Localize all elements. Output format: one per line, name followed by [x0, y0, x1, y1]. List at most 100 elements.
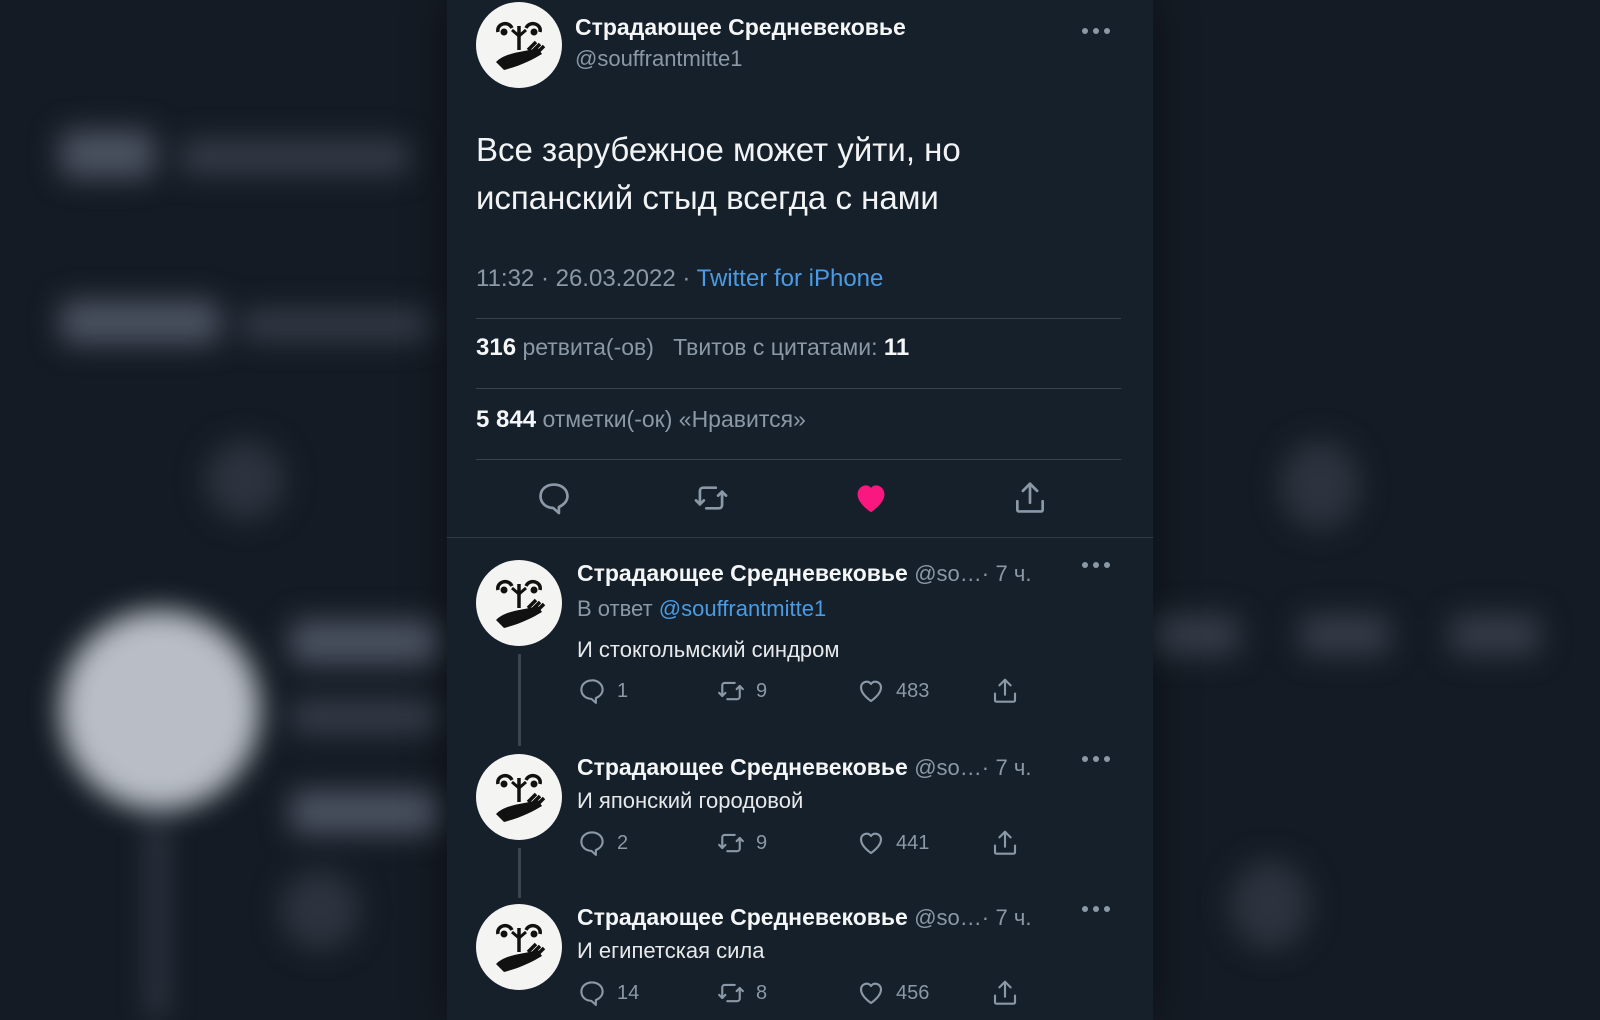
reply-icon — [580, 981, 604, 1006]
retweet-count: 9 — [756, 831, 768, 854]
reply-text: И египетская сила — [577, 938, 765, 963]
like-icon-active[interactable] — [852, 479, 890, 517]
share-action[interactable] — [990, 978, 1020, 1008]
blurred-shape — [1280, 440, 1360, 530]
retweet-icon[interactable] — [692, 479, 730, 517]
retweet-icon — [718, 681, 744, 701]
reply-count: 2 — [617, 831, 629, 854]
reply-count: 14 — [617, 981, 640, 1004]
share-icon — [993, 678, 1017, 703]
reply-action[interactable]: 1 — [577, 676, 628, 706]
reply-tweet[interactable]: Страдающее Средневековье @so…· 7 ч. В от… — [447, 560, 1153, 710]
retweets-count[interactable]: 316 — [476, 334, 516, 361]
share-action[interactable] — [990, 676, 1020, 706]
reply-header: Страдающее Средневековье @so…· 7 ч. — [577, 560, 1031, 587]
reply-author-name[interactable]: Страдающее Средневековье — [577, 904, 908, 930]
divider — [476, 459, 1121, 460]
like-action[interactable]: 441 — [856, 828, 929, 858]
reply-avatar[interactable] — [476, 754, 562, 840]
author-name[interactable]: Страдающее Средневековье — [575, 14, 906, 41]
more-dots-icon[interactable] — [1081, 904, 1111, 914]
reply-action[interactable]: 2 — [577, 828, 628, 858]
share-icon — [993, 980, 1017, 1005]
blurred-shape — [60, 130, 155, 178]
blurred-shape — [150, 820, 164, 1020]
reply-icon — [580, 679, 604, 704]
avatar-image — [496, 923, 546, 972]
separator-dot: · — [981, 561, 990, 586]
blurred-shape — [240, 310, 430, 340]
reply-tweet[interactable]: Страдающее Средневековье @so…· 7 ч. И яп… — [447, 754, 1153, 864]
like-action[interactable]: 456 — [856, 978, 929, 1008]
blurred-shape — [280, 870, 360, 950]
retweet-action[interactable]: 8 — [716, 978, 767, 1008]
blurred-shape — [1230, 860, 1310, 950]
likes-label[interactable]: отметки(-ок) «Нравится» — [542, 406, 805, 432]
tweet-text: Все зарубежное может уйти, но испанский … — [476, 131, 961, 216]
divider — [476, 388, 1121, 389]
blurred-shape — [290, 790, 440, 834]
blurred-shape — [290, 620, 440, 664]
tweet-source-link[interactable]: Twitter for iPhone — [697, 265, 884, 292]
reply-avatar[interactable] — [476, 560, 562, 646]
retweet-icon — [718, 833, 744, 853]
reply-to-handle[interactable]: @souffrantmitte1 — [659, 596, 826, 621]
author-handle[interactable]: @souffrantmitte1 — [575, 46, 742, 72]
more-dots-icon[interactable] — [1081, 560, 1111, 570]
quotes-count[interactable]: 11 — [884, 334, 909, 361]
reply-tweet[interactable]: Страдающее Средневековье @so…· 7 ч. И ег… — [447, 904, 1153, 1020]
blurred-shape — [290, 700, 440, 734]
reply-time[interactable]: 7 ч. — [996, 561, 1032, 586]
divider — [447, 537, 1153, 538]
tweet-timestamp[interactable]: 11:32 · 26.03.2022 · — [476, 265, 697, 292]
retweets-label[interactable]: ретвита(-ов) — [522, 334, 653, 360]
reply-author-handle[interactable]: @so… — [914, 755, 982, 780]
share-icon — [993, 830, 1017, 855]
heart-icon — [859, 982, 883, 1005]
blurred-shape — [205, 440, 285, 520]
blurred-shape — [1150, 615, 1240, 655]
reply-to-label: В ответ — [577, 596, 653, 621]
reply-action[interactable]: 14 — [577, 978, 639, 1008]
retweet-icon — [718, 983, 744, 1003]
reply-icon[interactable] — [535, 479, 573, 517]
more-dots-icon[interactable] — [1081, 26, 1111, 36]
heart-icon — [859, 832, 883, 855]
separator-dot: · — [981, 905, 990, 930]
retweet-action[interactable]: 9 — [716, 828, 767, 858]
share-icon[interactable] — [1011, 479, 1049, 517]
reply-avatar[interactable] — [476, 904, 562, 990]
reply-author-handle[interactable]: @so… — [914, 561, 982, 586]
quotes-label[interactable]: Твитов с цитатами: — [673, 334, 877, 360]
blurred-shape — [1300, 615, 1390, 655]
avatar-image — [496, 21, 546, 70]
retweet-stats: 316 ретвита(-ов) Твитов с цитатами: 11 — [476, 334, 909, 362]
reply-author-name[interactable]: Страдающее Средневековье — [577, 754, 908, 780]
share-action[interactable] — [990, 828, 1020, 858]
more-dots-icon[interactable] — [1081, 754, 1111, 764]
like-action[interactable]: 483 — [856, 676, 929, 706]
blurred-shape — [60, 300, 220, 344]
reply-author-handle[interactable]: @so… — [914, 905, 982, 930]
avatar-image — [496, 773, 546, 822]
reply-text: И стокгольмский синдром — [577, 637, 840, 662]
reply-text: И японский городовой — [577, 788, 804, 813]
separator-dot: · — [981, 755, 990, 780]
reply-header: Страдающее Средневековье @so…· 7 ч. — [577, 904, 1031, 931]
blurred-avatar — [60, 610, 260, 810]
likes-count[interactable]: 5 844 — [476, 406, 536, 433]
like-count: 483 — [896, 679, 930, 702]
retweet-action[interactable]: 9 — [716, 676, 767, 706]
divider — [476, 318, 1121, 319]
reply-icon — [580, 831, 604, 856]
tweet-card: Страдающее Средневековье @souffrantmitte… — [447, 0, 1153, 1020]
likes-stats: 5 844 отметки(-ок) «Нравится» — [476, 406, 806, 434]
reply-time[interactable]: 7 ч. — [996, 755, 1032, 780]
reply-author-name[interactable]: Страдающее Средневековье — [577, 560, 908, 586]
reply-header: Страдающее Средневековье @so…· 7 ч. — [577, 754, 1031, 781]
reply-to-line: В ответ @souffrantmitte1 — [577, 596, 826, 622]
blurred-shape — [180, 140, 410, 174]
tweet-meta: 11:32 · 26.03.2022 · Twitter for iPhone — [476, 265, 883, 293]
reply-time[interactable]: 7 ч. — [996, 905, 1032, 930]
author-avatar[interactable] — [476, 2, 562, 88]
